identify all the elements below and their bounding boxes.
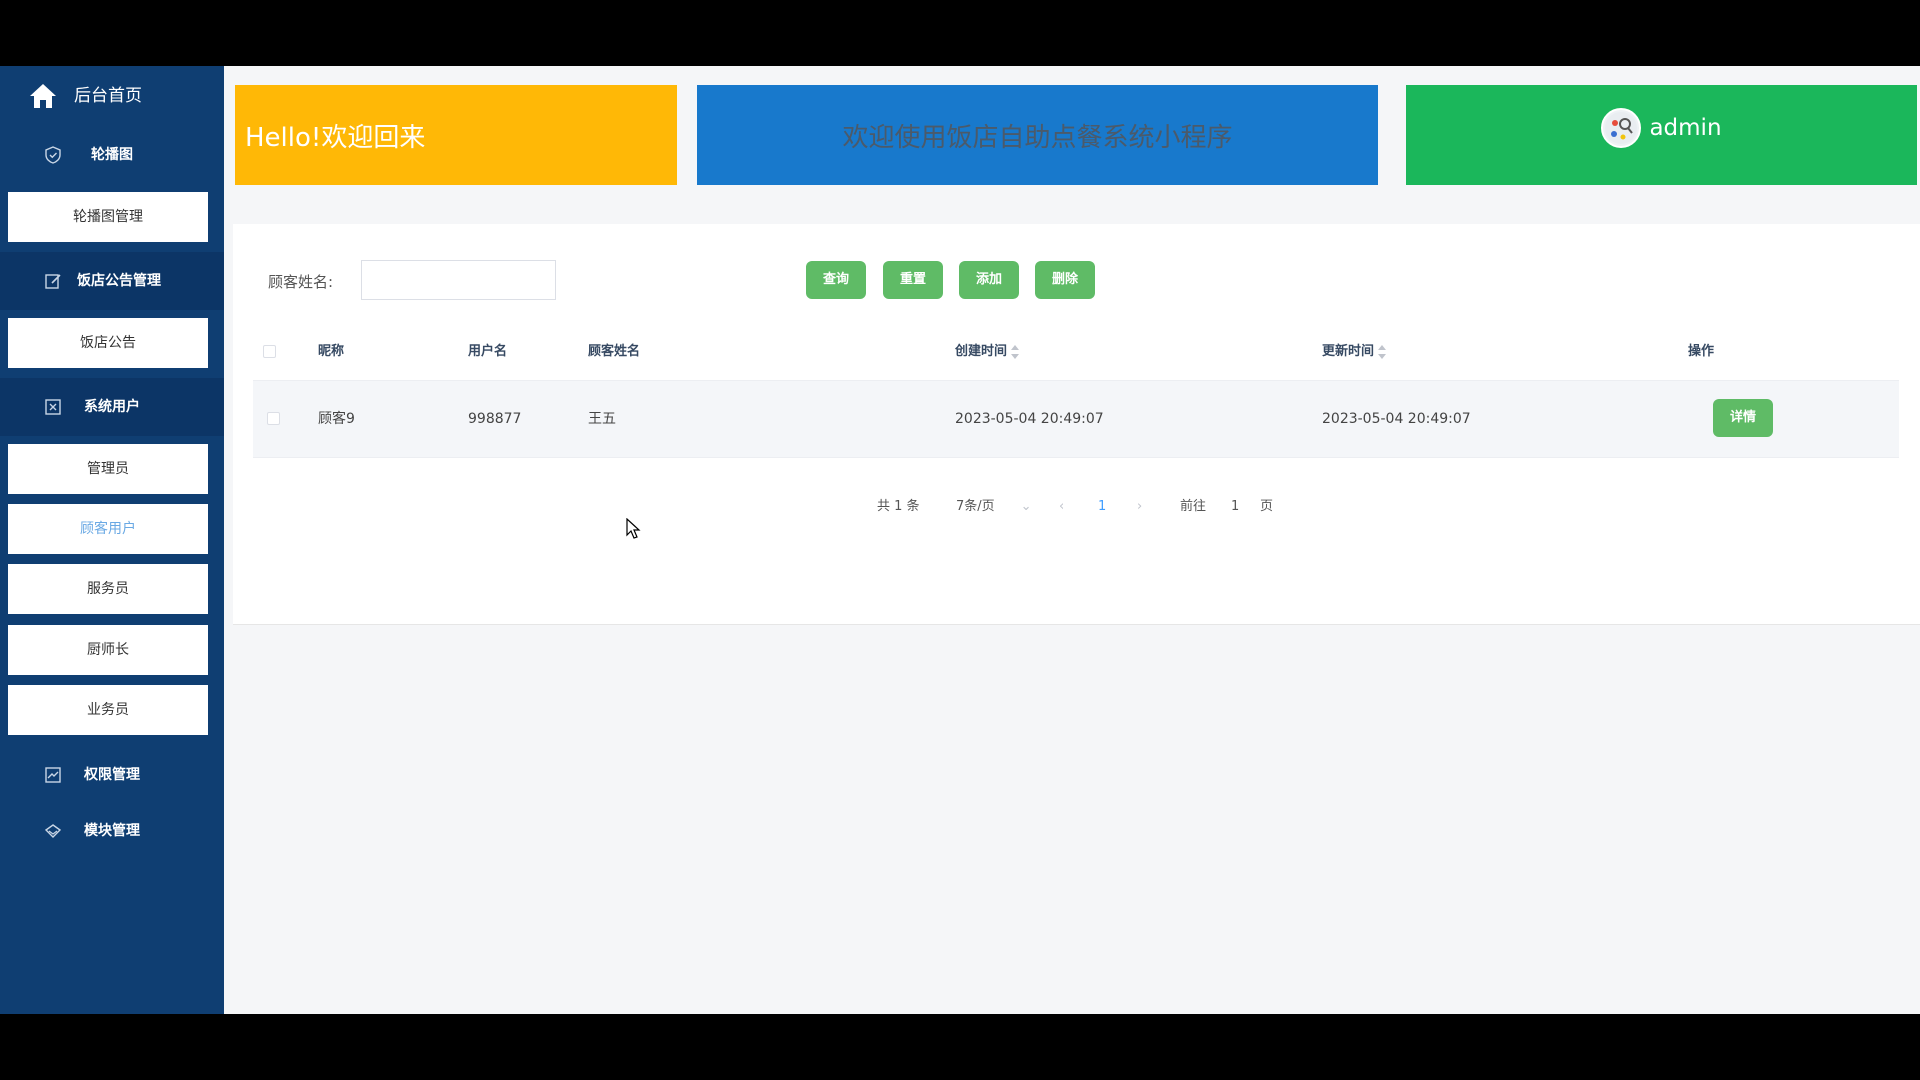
sidebar-item-label: 业务员 [87, 702, 129, 718]
col-updated-time-label: 更新时间 [1322, 344, 1375, 359]
sidebar-item-head-chef[interactable]: 厨师长 [8, 625, 208, 675]
table-header: 昵称 用户名 顾客姓名 创建时间 更新时间 操作 [253, 324, 1899, 380]
detail-button[interactable]: 详情 [1713, 399, 1773, 437]
col-customer-name: 顾客姓名 [588, 344, 641, 359]
sidebar-item-label: 管理员 [87, 461, 129, 477]
sidebar-item-label: 顾客用户 [80, 521, 136, 537]
sidebar-section-label: 系统用户 [84, 399, 140, 415]
user-banner[interactable]: admin [1406, 85, 1917, 185]
sidebar-item-label: 服务员 [87, 581, 129, 597]
cell-updated-time: 2023-05-04 20:49:07 [1322, 411, 1471, 427]
sidebar-item-customer-users[interactable]: 顾客用户 [8, 504, 208, 554]
home-icon [30, 84, 56, 108]
customer-table: 昵称 用户名 顾客姓名 创建时间 更新时间 操作 顾客9 998877 王五 2… [253, 324, 1899, 458]
next-page-icon[interactable]: › [1137, 497, 1142, 517]
sidebar-item-carousel-manage[interactable]: 轮播图管理 [8, 192, 208, 242]
sidebar-section-label: 饭店公告管理 [77, 273, 161, 289]
cell-created-time: 2023-05-04 20:49:07 [955, 411, 1104, 427]
sidebar-section-label: 轮播图 [91, 147, 133, 163]
goto-suffix: 页 [1260, 499, 1274, 514]
sidebar-item-waiter[interactable]: 服务员 [8, 564, 208, 614]
col-created-time-label: 创建时间 [955, 344, 1008, 359]
select-all-checkbox[interactable] [263, 345, 276, 358]
welcome-text: Hello!欢迎回来 [245, 122, 426, 153]
col-nickname: 昵称 [318, 344, 345, 359]
sidebar-home[interactable]: 后台首页 [0, 66, 224, 126]
content-panel: 顾客姓名: 查询 重置 添加 删除 昵称 用户名 顾客姓名 创建时间 更新时间 … [233, 224, 1920, 625]
table-row[interactable]: 顾客9 998877 王五 2023-05-04 20:49:07 2023-0… [253, 380, 1899, 458]
col-created-time[interactable]: 创建时间 [955, 324, 1020, 380]
cell-username: 998877 [468, 411, 522, 427]
sidebar-item-label: 饭店公告 [80, 335, 136, 351]
cell-nickname: 顾客9 [318, 411, 355, 427]
chevron-down-icon: ⌄ [1020, 499, 1032, 514]
sidebar-section-modules[interactable]: 模块管理 [0, 802, 224, 860]
sidebar-section-label: 权限管理 [84, 767, 140, 783]
delete-button[interactable]: 删除 [1035, 261, 1095, 299]
sidebar-section-permissions[interactable]: 权限管理 [0, 746, 224, 804]
sidebar-item-salesman[interactable]: 业务员 [8, 685, 208, 735]
app-frame: 后台首页 轮播图 轮播图管理 饭店公告管理 饭店公告 系统用户 管理员 顾客用户… [0, 66, 1920, 1014]
row-checkbox[interactable] [267, 412, 280, 425]
sidebar-section-system-users[interactable]: 系统用户 [0, 378, 224, 436]
page-size-select[interactable]: 7条/页 ⌄ [956, 497, 1032, 517]
sort-icon[interactable] [1011, 344, 1020, 359]
search-label: 顾客姓名: [268, 273, 334, 291]
sidebar-section-notice[interactable]: 饭店公告管理 [0, 252, 224, 310]
sidebar: 后台首页 轮播图 轮播图管理 饭店公告管理 饭店公告 系统用户 管理员 顾客用户… [0, 66, 224, 1014]
avatar-icon [1605, 112, 1638, 144]
prev-page-icon[interactable]: ‹ [1059, 497, 1064, 517]
sort-icon[interactable] [1378, 344, 1387, 359]
sidebar-item-notice[interactable]: 饭店公告 [8, 318, 208, 368]
add-button[interactable]: 添加 [959, 261, 1019, 299]
sidebar-item-label: 轮播图管理 [73, 209, 143, 225]
sidebar-section-label: 模块管理 [84, 823, 140, 839]
customer-name-input[interactable] [361, 260, 556, 300]
col-username: 用户名 [468, 344, 508, 359]
system-title-banner: 欢迎使用饭店自助点餐系统小程序 [697, 85, 1378, 185]
system-title: 欢迎使用饭店自助点餐系统小程序 [842, 122, 1233, 153]
pagination-total: 共 1 条 [877, 499, 920, 514]
reset-button[interactable]: 重置 [883, 261, 943, 299]
sidebar-home-label: 后台首页 [74, 86, 142, 106]
goto-prefix: 前往 [1180, 499, 1207, 514]
sidebar-item-admin[interactable]: 管理员 [8, 444, 208, 494]
username-label: admin [1649, 115, 1722, 141]
avatar[interactable] [1601, 108, 1642, 148]
col-updated-time[interactable]: 更新时间 [1322, 324, 1387, 380]
welcome-banner: Hello!欢迎回来 [235, 85, 677, 185]
goto-page-input[interactable]: 1 [1231, 497, 1239, 517]
cell-customer-name: 王五 [588, 411, 616, 427]
sidebar-item-label: 厨师长 [87, 642, 129, 658]
mouse-cursor-icon [626, 518, 641, 539]
query-button[interactable]: 查询 [806, 261, 866, 299]
sidebar-section-carousel[interactable]: 轮播图 [0, 126, 224, 184]
page-size-value: 7条/页 [956, 499, 995, 514]
col-actions: 操作 [1688, 344, 1715, 359]
page-number-current[interactable]: 1 [1098, 497, 1106, 517]
